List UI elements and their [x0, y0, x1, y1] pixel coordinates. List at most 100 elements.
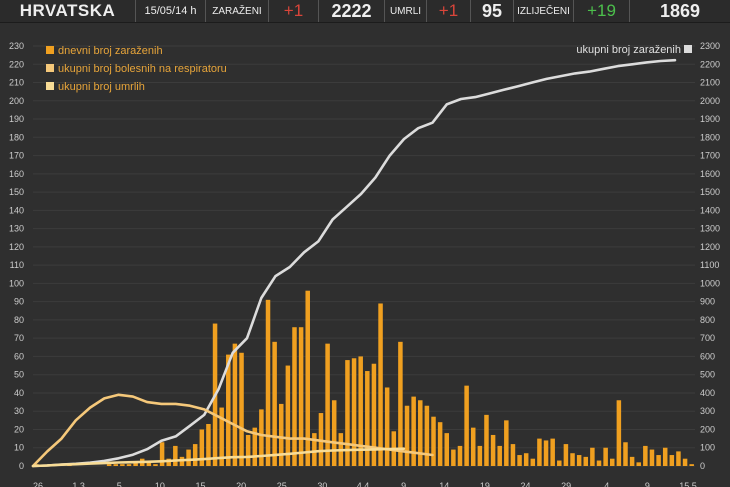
- right-axis-tick-label: 2300: [700, 41, 720, 51]
- left-axis-tick-label: 90: [14, 297, 24, 307]
- daily-cases-bar: [470, 427, 476, 466]
- daily-cases-bar: [682, 458, 688, 466]
- right-axis-tick-label: 500: [700, 370, 715, 380]
- right-axis-tick-label: 1700: [700, 151, 720, 161]
- daily-cases-bar: [609, 458, 615, 466]
- x-tick-label: 15: [195, 481, 205, 487]
- daily-cases-bar: [596, 460, 602, 466]
- daily-cases-bar: [186, 449, 191, 466]
- daily-cases-bar: [550, 438, 555, 466]
- left-axis-tick-label: 0: [19, 461, 24, 471]
- daily-cases-bar: [497, 445, 502, 466]
- daily-cases-bar: [192, 444, 198, 466]
- daily-cases-bar: [120, 464, 125, 466]
- x-tick-label: 15.5: [679, 481, 697, 487]
- daily-cases-bar: [106, 464, 112, 466]
- daily-cases-bar: [490, 434, 496, 466]
- infected-delta: +1: [269, 0, 319, 22]
- daily-cases-bar: [649, 449, 655, 466]
- left-axis-tick-label: 40: [14, 388, 24, 398]
- daily-cases-bar: [530, 458, 536, 466]
- daily-cases-bar: [239, 352, 244, 466]
- daily-cases-bar: [583, 456, 589, 466]
- daily-cases-bar: [656, 455, 661, 466]
- right-axis-tick-label: 1100: [700, 260, 719, 270]
- deaths-label: UMRLI: [385, 0, 427, 22]
- x-tick-label: 25: [277, 481, 287, 487]
- left-axis-tick-label: 20: [14, 424, 24, 434]
- daily-cases-bar: [325, 343, 330, 466]
- daily-cases-bar: [457, 445, 463, 466]
- daily-cases-bar: [265, 299, 271, 466]
- daily-cases-bar: [504, 420, 509, 466]
- right-axis-tick-label: 1300: [700, 224, 720, 234]
- right-axis-tick-label: 100: [700, 443, 715, 453]
- daily-cases-bar: [411, 396, 416, 466]
- right-axis-tick-label: 700: [700, 333, 715, 343]
- update-date: 15/05/14 h: [136, 0, 206, 22]
- left-axis-tick-label: 140: [9, 205, 24, 215]
- daily-cases-bar: [126, 464, 132, 466]
- left-axis-tick-label: 10: [14, 443, 24, 453]
- right-axis-tick-label: 0: [700, 461, 705, 471]
- daily-cases-bar: [424, 405, 430, 466]
- daily-cases-bar: [278, 403, 284, 466]
- right-axis-tick-label: 1500: [700, 187, 720, 197]
- left-axis-tick-label: 180: [9, 132, 24, 142]
- daily-cases-bar: [259, 409, 264, 466]
- daily-cases-bar: [292, 327, 297, 466]
- daily-cases-bar: [312, 433, 317, 466]
- x-tick-label: 24: [520, 481, 530, 487]
- daily-cases-bar: [643, 445, 648, 466]
- daily-cases-bar: [173, 445, 178, 466]
- x-tick-label: 9: [645, 481, 650, 487]
- x-tick-label: 14: [439, 481, 449, 487]
- daily-cases-bar: [576, 455, 582, 466]
- left-axis-tick-label: 100: [9, 278, 24, 288]
- x-tick-label: 4.4: [357, 481, 370, 487]
- daily-cases-bar: [669, 455, 675, 466]
- daily-cases-bar: [676, 451, 681, 466]
- daily-cases-bar: [477, 445, 483, 466]
- right-axis-tick-label: 200: [700, 424, 715, 434]
- right-axis-tick-label: 800: [700, 315, 715, 325]
- right-axis-tick-label: 1400: [700, 205, 720, 215]
- x-tick-label: 20: [236, 481, 246, 487]
- right-axis-tick-label: 1600: [700, 169, 720, 179]
- daily-cases-bar: [570, 453, 575, 466]
- left-axis-tick-label: 50: [14, 370, 24, 380]
- daily-cases-bar: [365, 371, 370, 466]
- right-axis-tick-label: 1000: [700, 278, 720, 288]
- daily-cases-bar: [378, 303, 383, 466]
- x-tick-label: 9: [401, 481, 406, 487]
- summary-bar: HRVATSKA 15/05/14 h ZARAŽENI +1 2222 UMR…: [0, 0, 730, 23]
- recovered-delta: +19: [574, 0, 630, 22]
- daily-cases-bar: [484, 414, 489, 466]
- daily-cases-bar: [398, 341, 403, 466]
- daily-cases-bar: [245, 434, 251, 466]
- x-tick-label: 4: [604, 481, 609, 487]
- daily-cases-bar: [153, 464, 158, 466]
- x-tick-label: 26: [33, 481, 43, 487]
- daily-cases-bar: [636, 462, 641, 466]
- daily-cases-bar: [510, 444, 516, 466]
- daily-cases-bar: [543, 440, 549, 466]
- x-tick-label: 5: [117, 481, 122, 487]
- legend-deaths-label: ukupni broj umrlih: [58, 81, 145, 93]
- daily-cases-bar: [537, 438, 542, 466]
- legend-respirator-swatch: [46, 64, 54, 72]
- daily-cases-bar: [232, 343, 238, 466]
- dashboard: { "header": { "country": "HRVATSKA", "da…: [0, 0, 730, 487]
- x-tick-label: 30: [317, 481, 327, 487]
- infected-total: 2222: [319, 0, 385, 22]
- right-axis-tick-label: 1200: [700, 242, 720, 252]
- x-tick-label: 19: [480, 481, 490, 487]
- daily-cases-bar: [517, 455, 522, 466]
- left-axis-tick-label: 70: [14, 333, 24, 343]
- x-tick-label: 29: [561, 481, 571, 487]
- daily-cases-bar: [590, 447, 595, 466]
- right-axis-tick-label: 2200: [700, 59, 720, 69]
- legend-daily-swatch: [46, 46, 54, 54]
- left-axis-tick-label: 190: [9, 114, 24, 124]
- x-tick-label: 1.3: [72, 481, 85, 487]
